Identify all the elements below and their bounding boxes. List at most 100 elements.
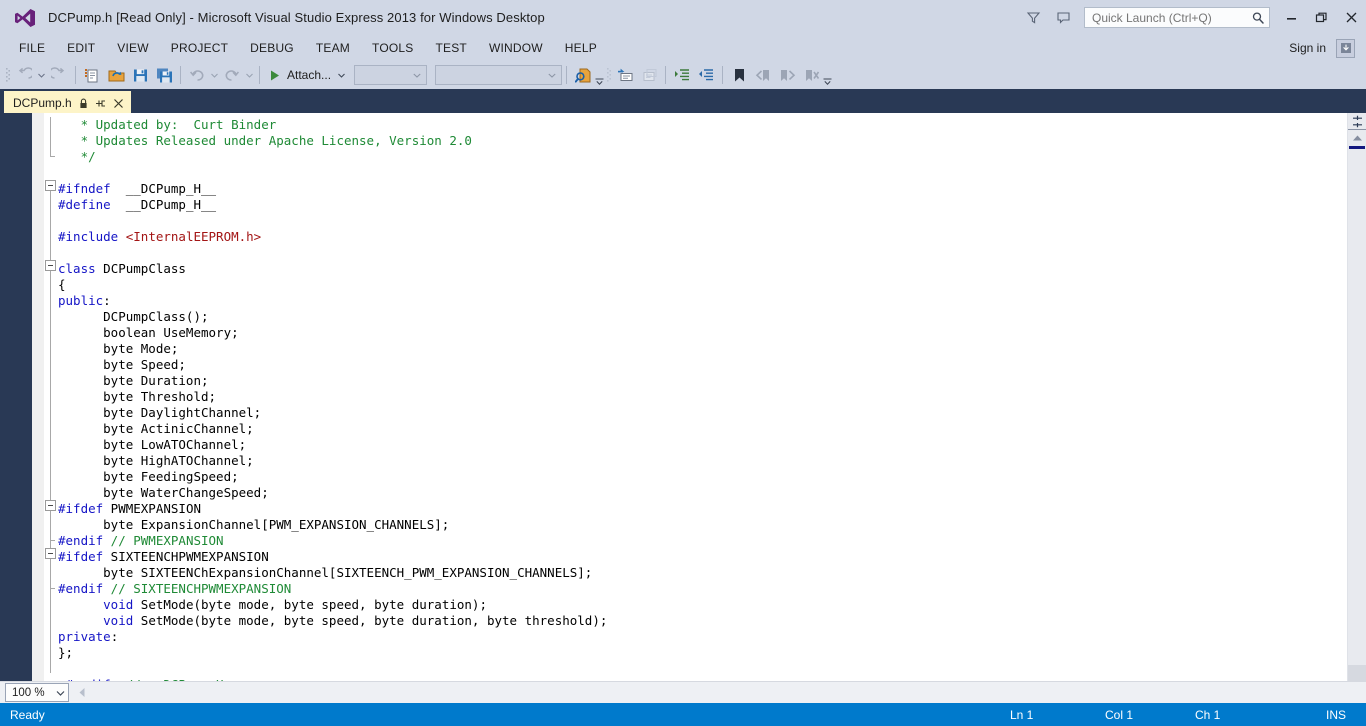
code-token: #include [58, 229, 119, 244]
redo-dropdown-icon[interactable] [244, 73, 255, 78]
open-file-icon[interactable] [104, 63, 128, 87]
feedback-icon[interactable] [1048, 0, 1078, 35]
menu-window[interactable]: WINDOW [478, 37, 554, 60]
undo-dropdown-icon[interactable] [209, 73, 220, 78]
toolbar-grip[interactable] [3, 66, 12, 84]
fold-line-class [50, 271, 51, 649]
code-token: : [110, 629, 119, 644]
code-token: byte FeedingSpeed; [58, 469, 239, 484]
find-in-files-icon[interactable] [571, 63, 595, 87]
code-token: #ifndef [58, 181, 111, 196]
horizontal-scrollbar-track[interactable] [90, 683, 1366, 702]
previous-bookmark-icon[interactable] [751, 63, 775, 87]
code-token: byte SIXTEENChExpansionChannel[SIXTEENCH… [58, 565, 593, 580]
scroll-left-arrow-icon[interactable] [73, 683, 90, 702]
tab-dcpump-h[interactable]: DCPump.h [4, 91, 131, 113]
horizontal-scrollbar[interactable] [73, 683, 1366, 702]
quick-launch-input[interactable] [1092, 10, 1251, 25]
code-line: byte Duration; [58, 373, 1347, 389]
save-all-icon[interactable] [152, 63, 176, 87]
menu-project[interactable]: PROJECT [160, 37, 239, 60]
solution-platform-combo[interactable] [435, 65, 563, 85]
attach-dropdown-icon[interactable] [336, 73, 347, 78]
increase-indent-icon[interactable] [670, 63, 694, 87]
code-token: // SIXTEENCHPWMEXPANSION [103, 581, 292, 596]
code-line: #endif // __DCPump_H__ [58, 677, 1347, 681]
tab-label: DCPump.h [13, 96, 72, 110]
fold-box-class[interactable] [45, 260, 56, 271]
code-token: __DCPump_H__ [110, 181, 217, 196]
code-line: * Updates Released under Apache License,… [58, 133, 1347, 149]
save-icon[interactable] [128, 63, 152, 87]
navigate-back-icon[interactable] [12, 63, 36, 87]
code-line: byte WaterChangeSpeed; [58, 485, 1347, 501]
code-token: byte Mode; [58, 341, 179, 356]
code-line: #include <InternalEEPROM.h> [58, 229, 1347, 245]
menu-team[interactable]: TEAM [305, 37, 361, 60]
solution-configuration-combo[interactable] [354, 65, 428, 85]
toolbar-separator-6 [722, 66, 724, 84]
fold-box-ifdef-sixteench[interactable] [45, 548, 56, 559]
code-token: SIXTEENCHPWMEXPANSION [103, 549, 269, 564]
close-button[interactable] [1336, 0, 1366, 35]
quick-launch-box[interactable] [1084, 7, 1270, 28]
zoom-level-combo[interactable]: 100 % [5, 683, 69, 702]
code-token: private [58, 629, 111, 644]
code-token: byte HighATOChannel; [58, 453, 254, 468]
redo-icon[interactable] [220, 63, 244, 87]
uncomment-selection-icon[interactable] [637, 63, 661, 87]
source-code: * Updated by: Curt Binder * Updates Rele… [58, 113, 1347, 681]
split-editor-icon[interactable] [1348, 113, 1366, 130]
chevron-down-icon [56, 690, 65, 696]
editor-bottom-bar: 100 % [0, 681, 1366, 703]
toggle-bookmark-icon[interactable] [727, 63, 751, 87]
undo-icon[interactable] [185, 63, 209, 87]
code-line: #define __DCPump_H__ [58, 197, 1347, 213]
sign-in-link[interactable]: Sign in [1279, 41, 1336, 55]
new-item-icon[interactable] [80, 63, 104, 87]
indicator-margin[interactable] [32, 113, 44, 681]
pin-icon[interactable] [95, 98, 106, 109]
minimize-button[interactable] [1276, 0, 1306, 35]
toolbar-overflow-icon[interactable] [823, 63, 832, 87]
restore-button[interactable] [1306, 0, 1336, 35]
notification-icon[interactable] [1336, 38, 1355, 58]
code-canvas[interactable]: * Updated by: Curt Binder * Updates Rele… [58, 113, 1347, 681]
attach-button[interactable]: Attach... [264, 63, 350, 87]
close-tab-icon[interactable] [113, 98, 124, 109]
comment-selection-icon[interactable] [613, 63, 637, 87]
code-line: void SetMode(byte mode, byte speed, byte… [58, 613, 1347, 629]
menu-tools[interactable]: TOOLS [361, 37, 424, 60]
menu-help[interactable]: HELP [554, 37, 608, 60]
navigate-back-dropdown-icon[interactable] [36, 73, 47, 78]
find-dropdown-icon[interactable] [595, 63, 604, 87]
toolbar-separator-3 [259, 66, 260, 84]
menu-view[interactable]: VIEW [106, 37, 159, 60]
decrease-indent-icon[interactable] [694, 63, 718, 87]
code-token: #ifdef [58, 549, 104, 564]
menu-edit[interactable]: EDIT [56, 37, 106, 60]
code-line: boolean UseMemory; [58, 325, 1347, 341]
filter-icon[interactable] [1018, 0, 1048, 35]
code-token: byte ActinicChannel; [58, 421, 254, 436]
vertical-scrollbar[interactable] [1347, 113, 1366, 681]
code-token: boolean UseMemory; [58, 325, 239, 340]
menu-debug[interactable]: DEBUG [239, 37, 305, 60]
menu-test[interactable]: TEST [424, 37, 477, 60]
next-bookmark-icon[interactable] [775, 63, 799, 87]
editor-left-rail [0, 113, 32, 681]
menu-file[interactable]: FILE [8, 37, 56, 60]
fold-box-ifdef-pwm[interactable] [45, 500, 56, 511]
fold-box-ifndef[interactable] [45, 180, 56, 191]
code-token: * Updates Released under Apache License,… [80, 133, 472, 148]
code-line: #ifndef __DCPump_H__ [58, 181, 1347, 197]
scroll-up-arrow-icon[interactable] [1348, 130, 1366, 146]
toolbar-grip-2[interactable] [604, 66, 613, 84]
toolbar-separator [75, 66, 76, 84]
clear-bookmarks-icon[interactable] [799, 63, 823, 87]
navigate-forward-icon[interactable] [47, 63, 71, 87]
toolbar-separator-5 [665, 66, 667, 84]
scrollbar-track[interactable] [1348, 149, 1366, 665]
window-title: DCPump.h [Read Only] - Microsoft Visual … [48, 10, 545, 25]
outlining-margin[interactable] [44, 113, 58, 681]
